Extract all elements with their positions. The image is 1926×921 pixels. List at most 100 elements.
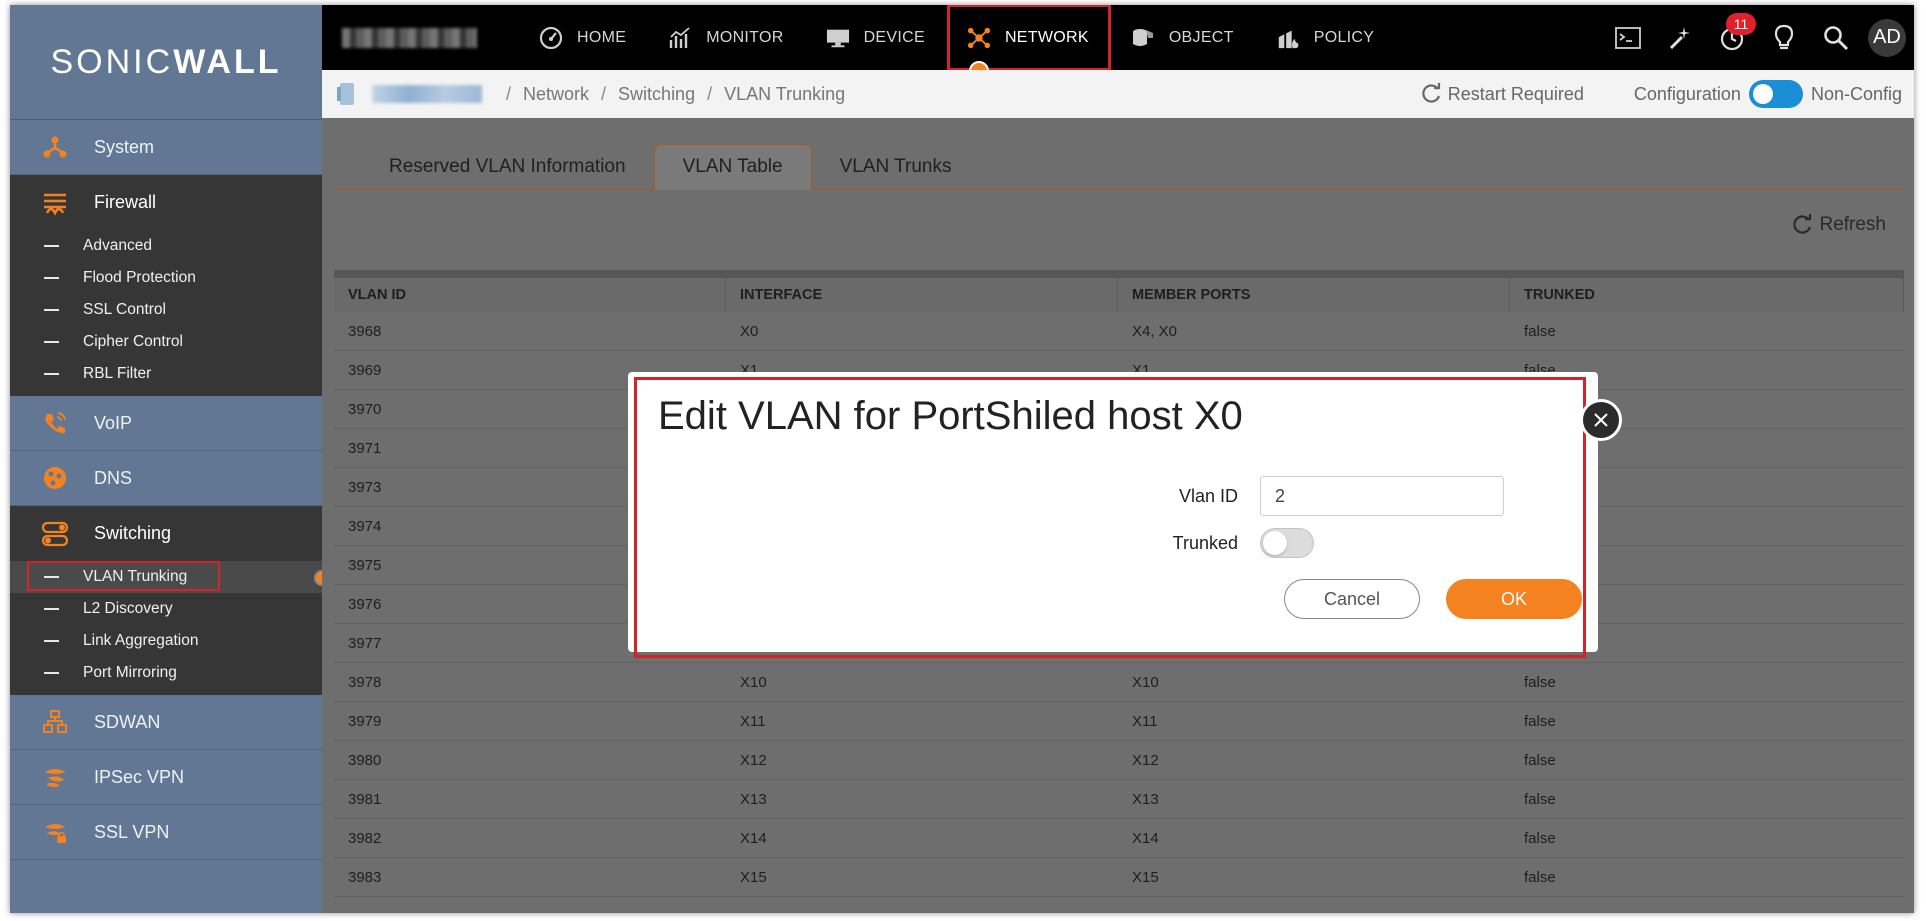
tab-vlan-trunks[interactable]: VLAN Trunks [812, 144, 980, 190]
sidebar-section-label: Switching [94, 523, 172, 543]
sidebar-item-label: Cipher Control [83, 333, 183, 350]
sidebar-item-port-mirroring[interactable]: Port Mirroring [10, 657, 322, 689]
dash-icon [44, 640, 59, 642]
sidebar-section-switching[interactable]: Switching [10, 506, 322, 561]
dash-icon [44, 309, 59, 311]
system-icon [40, 132, 70, 162]
user-avatar[interactable]: AD [1868, 18, 1906, 57]
cell-vlan-id: 3978 [348, 673, 382, 691]
table-row[interactable]: 3978 X10 X10 false [334, 663, 1904, 702]
column-header-vlan-id[interactable]: VLAN ID [334, 278, 726, 312]
wizard-button[interactable] [1654, 5, 1706, 70]
cell-trunked: false [1524, 868, 1556, 886]
dash-icon [44, 277, 59, 279]
restart-label: Restart Required [1447, 83, 1584, 104]
nav-policy[interactable]: POLICY [1256, 5, 1397, 70]
sidebar-item-advanced[interactable]: Advanced [10, 230, 322, 262]
sidebar-section-ipsec-vpn[interactable]: IPSec VPN [10, 750, 322, 805]
config-mode-toggle[interactable] [1748, 80, 1803, 108]
close-icon [1594, 413, 1608, 427]
trunked-row: Trunked [1108, 528, 1314, 558]
nav-device[interactable]: DEVICE [806, 5, 947, 70]
nav-monitor[interactable]: MONITOR [648, 5, 805, 70]
sidebar-section-sdwan[interactable]: SDWAN [10, 695, 322, 750]
breadcrumb-separator: / [707, 83, 713, 104]
sdwan-icon [40, 707, 70, 737]
table-row[interactable]: 3981 X13 X13 false [334, 780, 1904, 819]
sidebar-item-l2-discovery[interactable]: L2 Discovery [10, 593, 322, 625]
dash-icon [44, 373, 59, 375]
cell-interface: X11 [740, 712, 766, 730]
cell-vlan-id: 3981 [348, 790, 382, 808]
sidebar-item-flood-protection[interactable]: Flood Protection [10, 262, 322, 294]
sidebar-item-link-aggregation[interactable]: Link Aggregation [10, 625, 322, 657]
table-row[interactable]: 3980 X12 X12 false [334, 741, 1904, 780]
cell-vlan-id: 3968 [348, 322, 382, 340]
cell-member-ports: X12 [1132, 751, 1159, 769]
switching-icon [40, 519, 70, 549]
nav-object[interactable]: OBJECT [1111, 5, 1256, 70]
sidebar-section-firewall[interactable]: Firewall [10, 175, 322, 230]
sidebar-section-ssl-vpn[interactable]: SSL VPN [10, 805, 322, 860]
breadcrumb-switching[interactable]: Switching [618, 84, 695, 105]
table-row[interactable]: 3983 X15 X15 false [334, 858, 1904, 897]
refresh-button[interactable]: Refresh [1791, 214, 1886, 236]
nav-home[interactable]: HOME [519, 5, 648, 70]
cell-interface: X0 [740, 322, 759, 340]
column-header-interface[interactable]: INTERFACE [726, 278, 1118, 312]
ok-button[interactable]: OK [1446, 579, 1582, 619]
breadcrumb-network[interactable]: Network [523, 84, 589, 105]
sidebar-section-dns[interactable]: DNS [10, 451, 322, 506]
dash-icon [44, 245, 59, 247]
magic-wand-icon [1669, 26, 1690, 49]
notifications-button[interactable]: 11 [1706, 5, 1758, 70]
nav-label: OBJECT [1168, 28, 1234, 46]
breadcrumb-separator: / [601, 83, 607, 104]
cell-trunked: false [1524, 673, 1556, 691]
cell-trunked: false [1524, 829, 1556, 847]
policy-flame-icon [1276, 26, 1300, 50]
search-button[interactable] [1810, 5, 1862, 70]
tips-button[interactable] [1758, 5, 1810, 70]
trunked-label: Trunked [1172, 532, 1238, 553]
console-button[interactable] [1602, 5, 1654, 70]
restart-required-link[interactable]: Restart Required [1420, 83, 1584, 105]
ipsec-vpn-icon [40, 762, 70, 792]
nav-label: DEVICE [863, 28, 925, 46]
sidebar-item-ssl-control[interactable]: SSL Control [10, 294, 322, 326]
nav-label: POLICY [1313, 28, 1375, 46]
close-dialog-button[interactable] [1580, 399, 1622, 441]
sidebar-item-rbl-filter[interactable]: RBL Filter [10, 358, 322, 390]
sidebar-section-voip[interactable]: VoIP [10, 396, 322, 451]
dashboard-gauge-icon [539, 26, 563, 50]
sidebar-item-vlan-trunking[interactable]: VLAN Trunking [10, 561, 330, 593]
vlan-id-label: Vlan ID [1178, 485, 1238, 506]
sidebar-item-cipher-control[interactable]: Cipher Control [10, 326, 322, 358]
breadcrumb-vlan-trunking: VLAN Trunking [724, 83, 846, 104]
terminal-icon [1615, 26, 1641, 49]
table-row[interactable]: 3979 X11 X11 false [334, 702, 1904, 741]
table-row[interactable]: 3968 X0 X4, X0 false [334, 312, 1904, 351]
lightbulb-icon [1774, 24, 1794, 49]
vlan-id-input[interactable] [1260, 476, 1504, 516]
column-header-member-ports[interactable]: MEMBER PORTS [1118, 278, 1510, 312]
cell-member-ports: X14 [1132, 829, 1159, 847]
table-row[interactable]: 3982 X14 X14 false [334, 819, 1904, 858]
device-name-redacted [342, 27, 477, 48]
refresh-label: Refresh [1819, 214, 1886, 235]
sonicwall-logo: SONICWALL [10, 5, 322, 120]
nav-network[interactable]: NETWORK [946, 5, 1111, 81]
column-header-trunked[interactable]: TRUNKED [1510, 278, 1904, 312]
cell-vlan-id: 3983 [348, 868, 382, 886]
tab-vlan-table[interactable]: VLAN Table [653, 144, 812, 190]
cell-trunked: false [1524, 751, 1556, 769]
cell-member-ports: X4, X0 [1132, 322, 1178, 340]
cancel-button[interactable]: Cancel [1284, 579, 1420, 619]
dns-icon [40, 463, 70, 493]
refresh-icon [1793, 214, 1812, 234]
tab-reserved-vlan-information[interactable]: Reserved VLAN Information [334, 144, 654, 190]
sidebar-section-system[interactable]: System [10, 120, 322, 175]
table-header: VLAN ID INTERFACE MEMBER PORTS TRUNKED [334, 278, 1904, 312]
cell-trunked: false [1524, 322, 1556, 340]
trunked-toggle[interactable] [1260, 528, 1314, 558]
